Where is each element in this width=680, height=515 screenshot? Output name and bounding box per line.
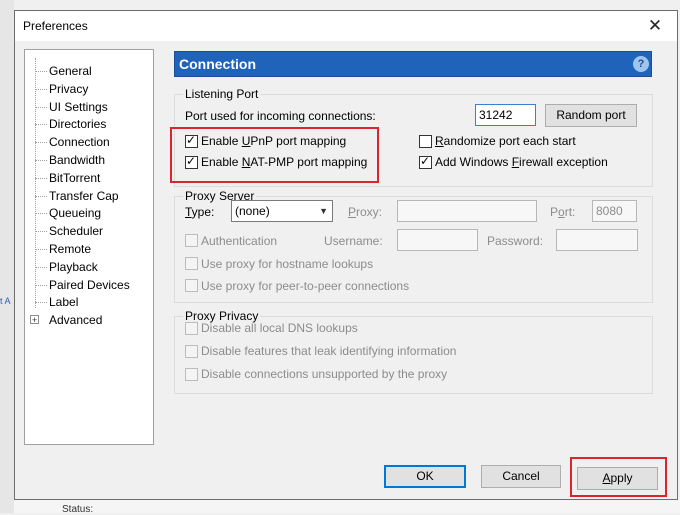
sidebar-item-label: BitTorrent	[49, 170, 101, 185]
sidebar-item-label: Directories	[49, 117, 107, 132]
check-icon: ✓	[420, 154, 431, 168]
unsupported-connections-label: Disable connections unsupported by the p…	[201, 367, 448, 381]
tree-connector	[35, 195, 47, 197]
dialog-title: Preferences	[23, 19, 88, 33]
background-app-strip	[0, 0, 14, 513]
sidebar-item-label: General	[49, 64, 92, 78]
authentication-label: Authentication	[201, 234, 278, 248]
listening-port-title: Listening Port	[183, 87, 261, 101]
ok-button[interactable]: OK	[384, 465, 466, 488]
proxy-host-label: Proxy:	[348, 205, 383, 219]
sidebar-item-label: Advanced	[49, 313, 103, 328]
dns-lookups-label: Disable all local DNS lookups	[201, 321, 358, 335]
background-status-label: Status:	[62, 504, 94, 515]
username-label: Username:	[324, 234, 383, 248]
tree-connector	[35, 160, 47, 161]
tree-connector	[35, 88, 47, 90]
peer-to-peer-label: Use proxy for peer-to-peer connections	[201, 279, 410, 293]
sidebar-item-label: Privacy	[49, 81, 89, 96]
firewall-exception-label[interactable]: Add Windows Firewall exception	[435, 155, 608, 169]
tree-connector	[35, 142, 47, 144]
highlight-box-port-mapping	[170, 127, 379, 183]
tree-connector	[35, 284, 47, 286]
peer-to-peer-checkbox[interactable]	[185, 279, 198, 292]
proxy-type-label: Type:	[185, 205, 215, 219]
tree-connector	[35, 302, 47, 304]
sidebar-item-label: Bandwidth	[49, 153, 106, 167]
section-header: Connection ?	[174, 51, 652, 77]
leak-info-checkbox[interactable]	[185, 345, 198, 358]
section-title: Connection	[179, 56, 256, 72]
cancel-button[interactable]: Cancel	[481, 465, 561, 488]
leak-info-label: Disable features that leak identifying i…	[201, 344, 457, 358]
sidebar-item-label: Queueing	[49, 206, 102, 221]
port-input[interactable]: 31242	[475, 104, 536, 126]
tree-connector	[35, 266, 47, 268]
tree-connector	[35, 71, 47, 72]
sidebar-item-label: Paired Devices	[49, 277, 130, 292]
proxy-port-label: Port:	[550, 205, 576, 219]
preferences-tree: General Privacy UI Settings Directories Conn…	[24, 49, 154, 445]
randomize-port-checkbox[interactable]	[419, 135, 432, 148]
firewall-exception-checkbox[interactable]: ✓	[419, 154, 432, 169]
unsupported-connections-checkbox[interactable]	[185, 368, 198, 381]
random-port-button[interactable]: Random port	[545, 104, 637, 127]
hostname-lookups-checkbox[interactable]	[185, 257, 198, 270]
sidebar-item-label: Remote	[49, 242, 92, 256]
tree-connector	[35, 106, 47, 108]
expand-icon[interactable]: +	[30, 315, 39, 325]
password-label: Password:	[487, 234, 544, 248]
tree-guide-line	[35, 58, 36, 308]
title-bar: Preferences ✕	[15, 11, 677, 41]
tree-connector	[35, 124, 47, 126]
password-input[interactable]	[556, 229, 638, 251]
preferences-dialog: Preferences ✕ General Privacy UI Settings D…	[14, 10, 678, 500]
proxy-port-input[interactable]: 8080	[592, 200, 637, 222]
close-icon[interactable]: ✕	[643, 15, 667, 37]
chevron-down-icon: ▼	[319, 206, 328, 216]
port-label: Port used for incoming connections:	[185, 109, 376, 123]
tree-connector	[35, 177, 47, 179]
sidebar-item-label: Scheduler	[49, 224, 104, 239]
authentication-checkbox[interactable]	[185, 234, 198, 247]
sidebar-item-label: Label	[49, 295, 79, 310]
tree-connector	[35, 213, 47, 215]
dns-lookups-checkbox[interactable]	[185, 322, 198, 335]
username-input[interactable]	[397, 229, 478, 251]
help-icon[interactable]: ?	[633, 56, 649, 72]
sidebar-item-label: Playback	[49, 259, 98, 274]
proxy-type-select[interactable]: (none) ▼	[231, 200, 333, 222]
tree-connector	[35, 249, 47, 250]
background-app-text: t A	[0, 296, 11, 306]
proxy-host-input[interactable]	[397, 200, 537, 222]
randomize-port-label[interactable]: Randomize port each start	[435, 134, 576, 148]
sidebar-item-label: UI Settings	[49, 99, 108, 114]
sidebar-item-label: Transfer Cap	[49, 188, 119, 203]
background-app-statusbar	[14, 500, 680, 513]
sidebar-item-label: Connection	[49, 135, 110, 150]
hostname-lookups-label: Use proxy for hostname lookups	[201, 257, 374, 271]
tree-connector	[35, 231, 47, 233]
highlight-box-apply	[570, 457, 667, 497]
